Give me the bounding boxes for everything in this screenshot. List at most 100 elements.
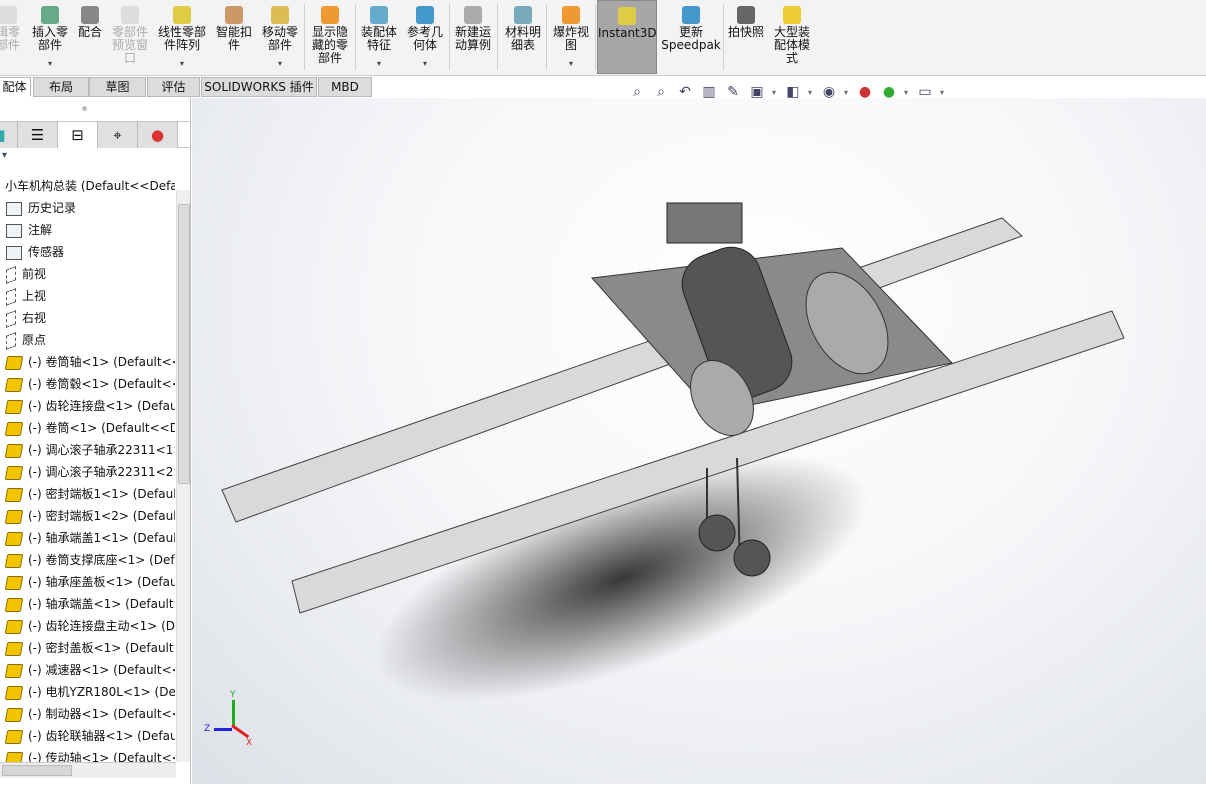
tree-item[interactable]: (-) 制动器<1> (Default<<	[0, 703, 175, 725]
tree-item[interactable]: (-) 齿轮连接盘<1> (Default	[0, 395, 175, 417]
tree-item[interactable]: 小车机构总装 (Default<<Default_Display State-1…	[0, 175, 175, 197]
tree-item-label: (-) 轴承端盖<1> (Default<	[28, 597, 175, 611]
toolbar-icon	[0, 6, 17, 24]
triad-x-label: X	[246, 738, 253, 748]
assembly-model[interactable]	[192, 98, 1206, 784]
tree-item[interactable]: (-) 轴承座盖板<1> (Defaul	[0, 571, 175, 593]
toolbar-button-label: 爆炸视 图	[552, 25, 589, 52]
toolbar-button-10[interactable]: 新建运 动算例	[450, 0, 496, 74]
tree-item[interactable]: (-) 卷筒<1> (Default<<De	[0, 417, 175, 439]
chevron-down-icon[interactable]: ▾	[940, 88, 946, 97]
toolbar-button-7[interactable]: 显示隐 藏的零 部件	[306, 0, 354, 74]
tree-item[interactable]: 原点	[0, 329, 175, 351]
chevron-down-icon[interactable]: ▾	[356, 57, 402, 70]
tree-item[interactable]: (-) 密封盖板<1> (Default<	[0, 637, 175, 659]
toolbar-icon	[321, 6, 339, 24]
part-icon	[4, 421, 24, 436]
tree-item-label: (-) 调心滚子轴承22311<2>	[28, 465, 175, 479]
graphics-area[interactable]: Y X Z	[192, 98, 1206, 784]
origin-icon	[6, 331, 16, 350]
tree-item[interactable]: (-) 卷筒毂<1> (Default<<	[0, 373, 175, 395]
toolbar-button-15[interactable]: 拍快照	[725, 0, 767, 74]
chevron-down-icon[interactable]: ▾	[28, 57, 72, 70]
tree-vertical-scrollbar[interactable]	[176, 190, 190, 762]
toolbar-icon	[121, 6, 139, 24]
toolbar-button-6[interactable]: 移动零 部件 ▾	[256, 0, 304, 74]
tab-2[interactable]: 草图	[89, 77, 146, 97]
chevron-down-icon[interactable]: ▾	[402, 57, 448, 70]
plane-icon	[6, 287, 16, 306]
part-icon	[4, 355, 24, 370]
tree-item-label: 右视	[22, 311, 47, 325]
tree-item[interactable]: 上视	[0, 285, 175, 307]
toolbar-button-12[interactable]: 爆炸视 图 ▾	[548, 0, 594, 74]
toolbar-button-2[interactable]: 配合	[74, 0, 106, 74]
toolbar-button-0[interactable]: 辑零 部件	[0, 0, 24, 74]
toolbar-button-label: 配合	[77, 25, 102, 39]
tab-4[interactable]: SOLIDWORKS 插件	[201, 77, 317, 97]
toolbar-button-1[interactable]: 插入零 部件 ▾	[28, 0, 72, 74]
toolbar-button-3[interactable]: 零部件 预览窗 口	[108, 0, 152, 74]
toolbar-icon	[271, 6, 289, 24]
toolbar-button-14[interactable]: 更新 Speedpak	[660, 0, 722, 74]
chevron-down-icon[interactable]: ▾	[154, 57, 210, 70]
tab-1[interactable]: 布局	[33, 77, 89, 97]
chevron-down-icon[interactable]: ▾	[904, 88, 910, 97]
tree-item[interactable]: (-) 轴承端盖1<1> (Default	[0, 527, 175, 549]
tree-item[interactable]: (-) 减速器<1> (Default<<	[0, 659, 175, 681]
toolbar-button-11[interactable]: 材料明 细表	[500, 0, 546, 74]
tree-item[interactable]: (-) 传动轴<1> (Default<<	[0, 747, 175, 762]
chevron-down-icon[interactable]: ▾	[844, 88, 850, 97]
scrollbar-thumb[interactable]	[178, 204, 190, 484]
command-manager-toolbar: 辑零 部件 插入零 部件 ▾ 配合 零部件 预览窗 口线性零部 件阵列 ▾ 智能扣 件移动零…	[0, 0, 1206, 76]
tree-item[interactable]: (-) 卷筒支撑底座<1> (Defa	[0, 549, 175, 571]
hook-pulley	[733, 539, 771, 577]
tree-item[interactable]: (-) 电机YZR180L<1> (Defa	[0, 681, 175, 703]
toolbar-button-13[interactable]: Instant3D	[597, 0, 657, 74]
tree-item[interactable]: (-) 密封端板1<2> (Default	[0, 505, 175, 527]
tab-3[interactable]: 评估	[147, 77, 200, 97]
toolbar-button-label: 材料明 细表	[504, 25, 541, 52]
tree-item[interactable]: (-) 卷筒轴<1> (Default<<	[0, 351, 175, 373]
tree-item[interactable]: 历史记录	[0, 197, 175, 219]
chevron-down-icon[interactable]: ▾	[772, 88, 778, 97]
toolbar-button-label: Instant3D	[598, 26, 657, 40]
tree-item[interactable]: (-) 轴承端盖<1> (Default<	[0, 593, 175, 615]
toolbar-button-label: 移动零 部件	[261, 25, 298, 52]
toolbar-button-5[interactable]: 智能扣 件	[212, 0, 256, 74]
tree-item[interactable]: 右视	[0, 307, 175, 329]
chevron-down-icon[interactable]: ▾	[256, 57, 304, 70]
tree-item[interactable]: 注解	[0, 219, 175, 241]
tree-item[interactable]: 前视	[0, 263, 175, 285]
chevron-down-icon[interactable]: ▾	[548, 57, 594, 70]
toolbar-button-label: 线性零部 件阵列	[157, 25, 206, 52]
tree-item[interactable]: (-) 齿轮连接盘主动<1> (De	[0, 615, 175, 637]
tree-item[interactable]: (-) 齿轮联轴器<1> (Defaul	[0, 725, 175, 747]
feature-tree: 小车机构总装 (Default<<Default_Display State-1…	[0, 98, 176, 762]
tree-item[interactable]: (-) 调心滚子轴承22311<1>	[0, 439, 175, 461]
tab-5[interactable]: MBD	[318, 77, 372, 97]
toolbar-button-label: 显示隐 藏的零 部件	[311, 25, 348, 65]
tree-item[interactable]: 传感器	[0, 241, 175, 263]
tree-item[interactable]: (-) 密封端板1<1> (Default	[0, 483, 175, 505]
plane-icon	[6, 309, 16, 328]
toolbar-button-8[interactable]: 装配体 特征 ▾	[356, 0, 402, 74]
toolbar-icon	[514, 6, 532, 24]
coordinate-triad: Y X Z	[202, 690, 253, 748]
part-icon	[4, 553, 24, 568]
tree-item[interactable]: (-) 调心滚子轴承22311<2>	[0, 461, 175, 483]
sensor-folder-icon	[6, 245, 22, 260]
scrollbar-thumb[interactable]	[2, 765, 72, 776]
tree-horizontal-scrollbar[interactable]	[0, 762, 176, 778]
toolbar-button-9[interactable]: 参考几 何体 ▾	[402, 0, 448, 74]
toolbar-button-16[interactable]: 大型装 配体模 式	[766, 0, 818, 74]
history-folder-icon	[6, 201, 22, 216]
tree-item-label: (-) 密封盖板<1> (Default<	[28, 641, 175, 655]
part-icon	[4, 377, 24, 392]
tab-0[interactable]: 配体	[0, 77, 31, 97]
chevron-down-icon[interactable]: ▾	[808, 88, 814, 97]
part-icon	[4, 707, 24, 722]
toolbar-icon	[416, 6, 434, 24]
model-shadow	[375, 455, 869, 701]
toolbar-button-4[interactable]: 线性零部 件阵列 ▾	[154, 0, 210, 74]
